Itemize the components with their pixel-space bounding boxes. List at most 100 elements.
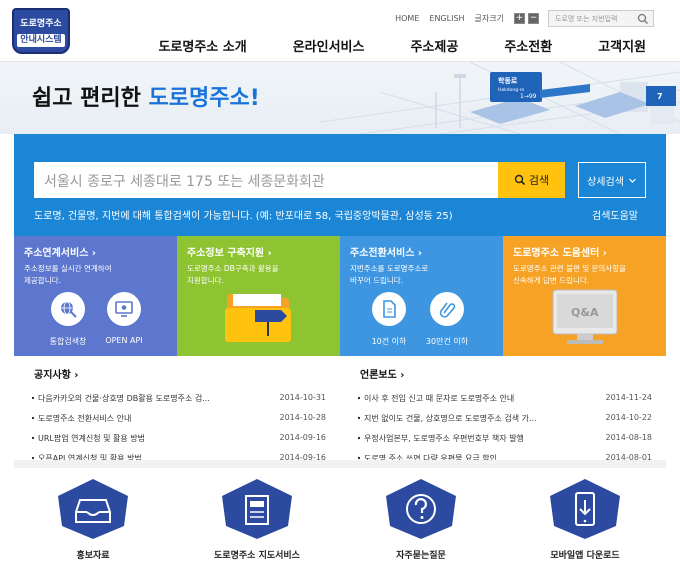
tile-address-link-service[interactable]: 주소연계서비스 › 주소정보를 실시간 연계하여 제공합니다. 통합검색창 OPE… [14, 236, 177, 356]
nav-item-intro[interactable]: 도로명주소 소개 [158, 36, 246, 55]
qa-monitor-icon: Q&A [552, 289, 618, 344]
monitor-gear-icon [115, 301, 133, 317]
document-icon [383, 300, 396, 318]
section-divider [14, 460, 666, 468]
paperclip-icon [439, 302, 456, 318]
logo-line2: 안내시스템 [17, 34, 65, 47]
logo-line1: 도로명주소 [20, 19, 62, 29]
nav-item-provide[interactable]: 주소제공 [410, 36, 458, 55]
notice-title[interactable]: 공지사항 [34, 370, 71, 381]
list-item-text: URL팝업 연계신청 및 활용 방법 [38, 434, 146, 443]
service-tiles: 주소연계서비스 › 주소정보를 실시간 연계하여 제공합니다. 통합검색창 OPE… [14, 236, 666, 356]
tile-desc-line1: 지번주소를 도로명주소로 [350, 264, 429, 273]
folder-icon [225, 294, 291, 342]
open-api-button[interactable] [107, 292, 141, 326]
tray-icon [58, 479, 128, 539]
advanced-search-button[interactable]: 상세검색 [578, 162, 646, 198]
list-item-date: 2014-10-31 [279, 393, 327, 402]
list-item[interactable]: 이사 후 전입 신고 때 문자로 도로명주소 안내 2014-11-24 [340, 393, 652, 404]
road-sign-name: 학동로 [498, 76, 518, 85]
search-button-label: 검색 [528, 174, 550, 187]
search-description: 도로명, 건물명, 지번에 대해 통합검색이 가능합니다. (예: 반포대로 5… [34, 211, 453, 222]
globe-search-icon [61, 301, 77, 318]
search-help-link[interactable]: 검색도움말 [592, 207, 638, 222]
tile-desc-line2: 바꾸어 드립니다. [350, 276, 404, 285]
tile-title: 주소연계서비스 [24, 248, 89, 259]
convert-small-button[interactable] [372, 292, 406, 326]
map-document-icon [222, 479, 292, 539]
list-item-text: 다음카카오의 건물·상호명 DB활용 도로명주소 검... [38, 394, 210, 403]
quick-link-map[interactable]: 도로명주소 지도서비스 [172, 468, 342, 561]
convert-bulk-button[interactable] [430, 292, 464, 326]
list-item[interactable]: URL팝업 연계신청 및 활용 방법 2014-09-16 [14, 433, 326, 444]
english-link[interactable]: ENGLISH [429, 14, 464, 23]
search-icon[interactable] [636, 12, 650, 26]
tile-help-center[interactable]: 도로명주소 도움센터 › 도로명주소 관련 불편 및 문의사항을 신속하게 답변 … [503, 236, 666, 356]
qa-badge-text: Q&A [571, 306, 599, 319]
header-search-placeholder: 도로명 또는 지번입력 [555, 15, 618, 23]
search-button[interactable]: 검색 [498, 162, 565, 198]
advanced-search-label: 상세검색 [587, 176, 624, 188]
font-plus-button[interactable]: + [514, 13, 525, 24]
hero-title-prefix: 쉽고 편리한 [32, 86, 149, 111]
tile-title: 주소정보 구축지원 [187, 248, 265, 259]
hero-banner: 쉽고 편리한 도로명주소! 학동로 Hakdong-ro 1→99 7 [0, 62, 680, 134]
list-item-date: 2014-08-18 [605, 433, 653, 442]
font-size-label: 글자크기 [474, 14, 504, 23]
nav-item-online[interactable]: 온라인서비스 [293, 36, 365, 55]
integrated-search-button[interactable] [51, 292, 85, 326]
list-item-date: 2014-11-24 [605, 393, 653, 402]
nav-item-convert[interactable]: 주소전환 [504, 36, 552, 55]
list-item[interactable]: 우정사업본부, 도로명주소 우편번호부 책자 발행 2014-08-18 [340, 433, 652, 444]
tile-address-conversion[interactable]: 주소전환서비스 › 지번주소를 도로명주소로 바꾸어 드립니다. 10건 이하 3… [340, 236, 503, 356]
tile-address-db-support[interactable]: 주소정보 구축지원 › 도로명주소 DB구축과 활용을 지원합니다. [177, 236, 340, 356]
integrated-search-label: 통합검색창 [49, 337, 87, 346]
quick-link-label: 자주묻는질문 [396, 551, 446, 561]
tile-desc-line1: 도로명주소 관련 불편 및 문의사항을 [513, 264, 627, 273]
quick-link-label: 홍보자료 [76, 551, 110, 561]
mobile-download-icon [550, 479, 620, 539]
hero-title: 쉽고 편리한 도로명주소! [32, 80, 260, 112]
convert-small-label: 10건 이하 [371, 337, 407, 346]
open-api-label: OPEN API [105, 336, 143, 345]
quick-link-mobile-app[interactable]: 모바일앱 다운로드 [500, 468, 670, 561]
address-search-placeholder: 서울시 종로구 세종대로 175 또는 세종문화회관 [44, 174, 325, 190]
utility-bar: HOME ENGLISH 글자크기 + − 도로명 또는 지번입력 [395, 10, 654, 27]
tile-desc-line1: 도로명주소 DB구축과 활용을 [187, 264, 279, 273]
list-item[interactable]: 도로명주소 전환서비스 안내 2014-10-28 [14, 413, 326, 424]
home-link[interactable]: HOME [395, 14, 419, 23]
road-sign-right: 7 [657, 92, 663, 101]
press-title[interactable]: 언론보도 [360, 370, 397, 381]
list-item-date: 2014-10-28 [279, 413, 327, 422]
list-item-text: 도로명주소 전환서비스 안내 [38, 414, 132, 423]
convert-bulk-label: 30만건 이하 [425, 337, 469, 346]
chevron-down-icon [628, 178, 636, 183]
road-sign-number: 1→99 [520, 93, 537, 100]
list-item[interactable]: 지번 없이도 건물, 상호명으로 도로명주소 검색 가... 2014-10-22 [340, 413, 652, 424]
quick-link-promo[interactable]: 홍보자료 [8, 468, 178, 561]
quick-link-faq[interactable]: 자주묻는질문 [336, 468, 506, 561]
nav-item-support[interactable]: 고객지원 [598, 36, 646, 55]
header-search-input[interactable]: 도로명 또는 지번입력 [548, 10, 654, 27]
main-nav: 도로명주소 소개 온라인서비스 주소제공 주소전환 고객지원 [158, 36, 646, 55]
font-minus-button[interactable]: − [528, 13, 539, 24]
list-item[interactable]: 다음카카오의 건물·상호명 DB활용 도로명주소 검... 2014-10-31 [14, 393, 326, 404]
list-item-date: 2014-10-22 [605, 413, 653, 422]
list-item-text: 이사 후 전입 신고 때 문자로 도로명주소 안내 [364, 394, 515, 403]
hero-title-highlight: 도로명주소! [148, 86, 260, 111]
tile-desc-line2: 지원합니다. [187, 276, 224, 285]
search-icon [514, 174, 525, 186]
address-search-input[interactable]: 서울시 종로구 세종대로 175 또는 세종문화회관 [34, 162, 498, 198]
list-item-date: 2014-09-16 [279, 433, 327, 442]
search-panel: 서울시 종로구 세종대로 175 또는 세종문화회관 검색 상세검색 도로명, … [14, 134, 666, 236]
city-illustration: 학동로 Hakdong-ro 1→99 7 [320, 62, 680, 134]
question-mark-icon [386, 479, 456, 539]
tile-title: 주소전환서비스 [350, 248, 415, 259]
site-logo[interactable]: 도로명주소 안내시스템 [12, 8, 70, 54]
list-item-text: 우정사업본부, 도로명주소 우편번호부 책자 발행 [364, 434, 524, 443]
press-list: 언론보도 › 이사 후 전입 신고 때 문자로 도로명주소 안내 2014-11-… [340, 358, 652, 464]
quick-link-label: 모바일앱 다운로드 [550, 551, 620, 561]
tile-desc-line2: 제공합니다. [24, 276, 61, 285]
tile-desc-line2: 신속하게 답변 드립니다. [513, 276, 590, 285]
quick-link-label: 도로명주소 지도서비스 [214, 551, 300, 561]
